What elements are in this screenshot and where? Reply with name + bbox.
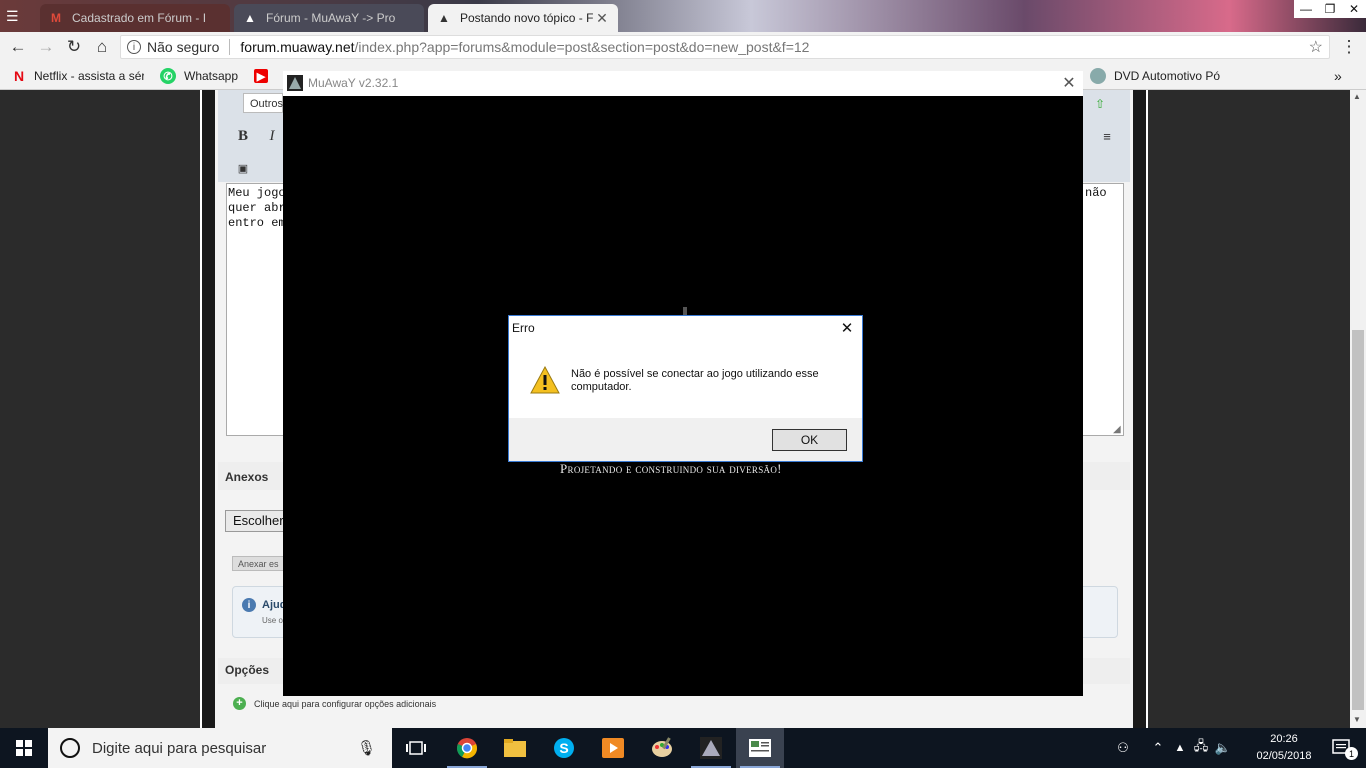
volume-icon[interactable]: 🔈 xyxy=(1212,740,1234,756)
muaway-icon: ▲ xyxy=(438,11,450,25)
tab-cadastrado[interactable]: M Cadastrado em Fórum - I xyxy=(40,4,230,32)
microphone-icon[interactable]: 🎙 xyxy=(357,739,376,757)
restore-icon[interactable]: ❐ xyxy=(1318,0,1342,18)
bookmark-youtube[interactable]: ▶ xyxy=(254,66,276,86)
upload-icon[interactable]: ⇧ xyxy=(1090,94,1110,114)
scrollbar-thumb[interactable] xyxy=(1352,330,1364,710)
close-tab-icon[interactable]: ✕ xyxy=(594,10,610,27)
muaway-icon: ▲ xyxy=(244,11,256,25)
media-player-icon[interactable] xyxy=(589,728,637,768)
taskbar-search[interactable]: Digite aqui para pesquisar 🎙 xyxy=(48,728,392,768)
info-circle-icon: i xyxy=(242,598,256,612)
notification-count: 1 xyxy=(1345,747,1358,760)
bookmark-dvd[interactable]: DVD Automotivo Pó xyxy=(1090,66,1220,86)
people-icon[interactable]: ⚇ xyxy=(1110,740,1136,756)
plus-icon[interactable]: + xyxy=(233,697,246,710)
windows-start-icon[interactable] xyxy=(0,728,48,768)
muaway-tray-icon[interactable]: ▲ xyxy=(1170,742,1190,754)
ok-button[interactable]: OK xyxy=(772,429,847,451)
address-bar[interactable]: i Não seguro forum.muaway.net/index.php?… xyxy=(120,35,1330,59)
address-separator xyxy=(229,39,231,55)
attachments-title: Anexos xyxy=(225,470,269,484)
forum-taskbar-icon[interactable] xyxy=(736,728,784,768)
attach-button[interactable]: Anexar es xyxy=(232,556,284,571)
game-logo-mark xyxy=(683,307,687,315)
dialog-title: Erro xyxy=(512,321,535,335)
window-controls: — ❐ ✕ xyxy=(1294,0,1366,18)
clock-date: 02/05/2018 xyxy=(1256,750,1312,762)
gmail-icon: M xyxy=(51,11,61,25)
notification-center-icon[interactable]: 1 xyxy=(1318,728,1366,768)
minimize-icon[interactable]: — xyxy=(1294,0,1318,18)
skype-icon[interactable]: S xyxy=(540,728,588,768)
choose-file-button[interactable]: Escolher xyxy=(225,510,285,532)
options-link[interactable]: Clique aqui para configurar opções adici… xyxy=(254,699,436,709)
scroll-down-icon[interactable]: ▼ xyxy=(1353,715,1361,724)
chrome-menu-icon[interactable]: ☰ xyxy=(6,8,26,24)
forward-icon[interactable]: → xyxy=(35,36,57,58)
game-titlebar xyxy=(283,71,1083,96)
page-frame-right xyxy=(1133,90,1148,728)
dialog-close-icon[interactable]: ✕ xyxy=(838,319,856,337)
game-title: MuAwaY v2.32.1 xyxy=(308,76,399,90)
bookmark-netflix[interactable]: N Netflix - assista a sér xyxy=(12,66,144,86)
tab-forum[interactable]: ▲ Fórum - MuAwaY -> Pro xyxy=(234,4,424,32)
clock-time: 20:26 xyxy=(1270,733,1298,745)
file-explorer-icon[interactable] xyxy=(491,728,539,768)
game-close-icon[interactable]: ✕ xyxy=(1060,73,1078,93)
youtube-icon: ▶ xyxy=(254,69,268,83)
whatsapp-icon: ✆ xyxy=(160,68,176,84)
security-label[interactable]: Não seguro xyxy=(147,39,219,55)
tab-postando[interactable]: ▲ Postando novo tópico - F ✕ xyxy=(428,4,618,32)
bookmark-whatsapp[interactable]: ✆ Whatsapp xyxy=(160,66,238,86)
bookmark-star-icon[interactable]: ☆ xyxy=(1309,37,1323,57)
bookmarks-more[interactable]: » xyxy=(1334,66,1342,86)
info-icon[interactable]: i xyxy=(127,40,141,54)
netflix-icon: N xyxy=(13,68,25,84)
url-path[interactable]: /index.php?app=forums&module=post&sectio… xyxy=(355,39,810,55)
system-tray: ⚇ ⌃ ▲ 🖧 🔈 xyxy=(1110,728,1234,768)
search-placeholder: Digite aqui para pesquisar xyxy=(92,739,267,757)
scroll-up-icon[interactable]: ▲ xyxy=(1353,92,1361,101)
chrome-taskbar-icon[interactable] xyxy=(443,728,491,768)
help-subtitle: Use o xyxy=(262,616,283,625)
url-domain[interactable]: forum.muaway.net xyxy=(240,39,354,55)
cortana-icon xyxy=(60,738,80,758)
dialog-message: Não é possível se conectar ao jogo utili… xyxy=(571,368,819,393)
resize-handle-icon[interactable]: ◢ xyxy=(1113,424,1121,435)
task-view-icon[interactable] xyxy=(392,728,440,768)
close-window-icon[interactable]: ✕ xyxy=(1342,0,1366,18)
options-title: Opções xyxy=(225,663,270,677)
back-icon[interactable]: ← xyxy=(7,36,29,58)
game-tagline: Projetando e construindo sua diversão! xyxy=(560,461,782,476)
avatar-icon xyxy=(1090,68,1106,84)
italic-icon[interactable]: I xyxy=(262,126,282,146)
taskbar-clock[interactable]: 20:26 02/05/2018 xyxy=(1254,731,1314,765)
home-icon[interactable]: ⌂ xyxy=(91,36,113,58)
paint-icon[interactable] xyxy=(638,728,686,768)
align-icon[interactable]: ≡ xyxy=(1097,126,1117,146)
warning-icon xyxy=(530,365,560,394)
post-text: Meu jogo quer abr entro em xyxy=(228,186,286,230)
network-icon[interactable]: 🖧 xyxy=(1190,737,1212,759)
post-text-right: não xyxy=(1085,186,1107,200)
font-select[interactable]: Outros xyxy=(243,93,283,113)
bold-icon[interactable]: B xyxy=(233,126,253,146)
muaway-taskbar-icon[interactable] xyxy=(687,728,735,768)
source-icon[interactable]: ▣ xyxy=(233,158,253,178)
page-frame-left xyxy=(200,90,215,728)
svg-text:S: S xyxy=(559,740,568,756)
reload-icon[interactable]: ↻ xyxy=(63,36,85,58)
chrome-menu-dots-icon[interactable]: ⋮ xyxy=(1338,36,1360,58)
game-logo-icon xyxy=(287,75,303,91)
show-hidden-icon[interactable]: ⌃ xyxy=(1146,740,1170,756)
